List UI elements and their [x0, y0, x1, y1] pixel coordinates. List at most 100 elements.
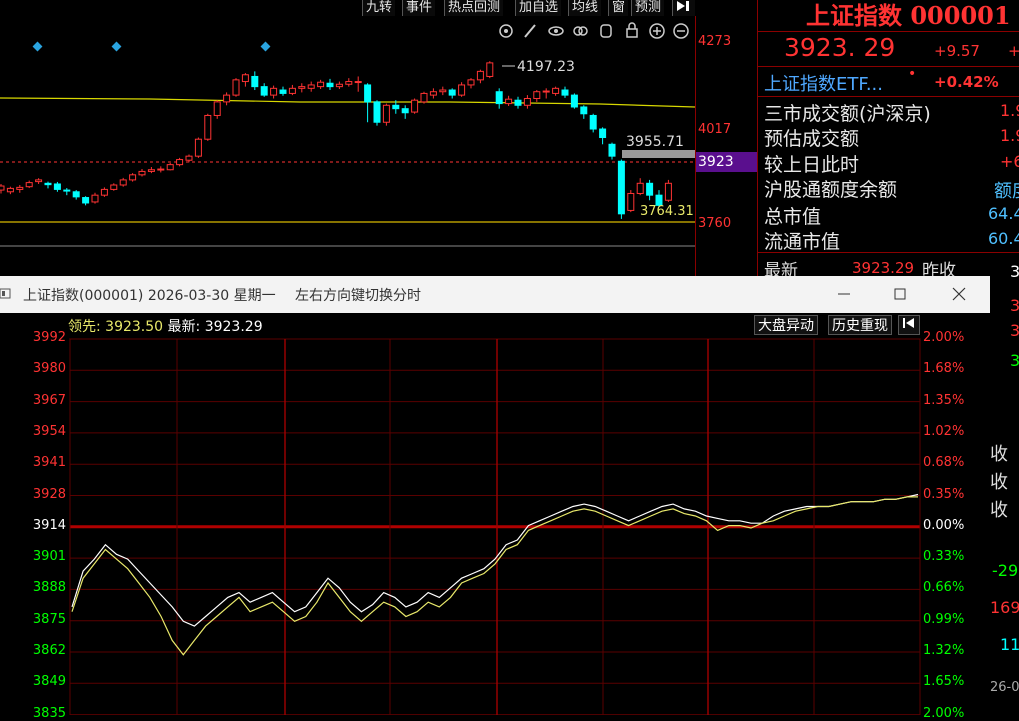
zoom-out-icon[interactable] [673, 23, 689, 39]
signal-marker [32, 41, 43, 52]
intraday-chart[interactable] [0, 313, 990, 715]
info-row-value: 额度 [994, 181, 1019, 202]
toolbar-event-button[interactable]: 事件 [402, 0, 436, 16]
candle-body [429, 91, 437, 96]
toolbar-add-watchlist-button[interactable]: 加自选 [515, 0, 562, 16]
candle-body [307, 84, 315, 89]
candle-body [599, 128, 607, 139]
candle-body [251, 75, 259, 88]
candle-body [204, 114, 212, 140]
signal-markers [32, 41, 271, 52]
candle-body [53, 183, 61, 190]
maximize-icon[interactable] [889, 283, 911, 305]
candle-body [25, 182, 33, 188]
axis-label: 3760 [698, 216, 732, 231]
y-axis-label-left: 3888 [32, 580, 66, 596]
toolbar-jiuzhuan-button[interactable]: 九转 [362, 0, 396, 16]
info-row-value: 1.9 [1000, 126, 1019, 145]
signal-marker [111, 41, 122, 52]
candle-body [495, 91, 503, 105]
window-body: 领先: 3923.50 最新: 3923.29 大盘异动 历史重现 3992 39… [0, 313, 990, 721]
toolbar-next-icon[interactable] [672, 0, 695, 16]
candle-body [570, 94, 578, 108]
candle-body [16, 186, 24, 190]
minimize-icon[interactable] [833, 283, 855, 305]
candle-body [514, 99, 522, 106]
low-label: 3764.31 [640, 204, 694, 219]
y-axis-label-right: 1.32% [923, 643, 965, 658]
info-row-label: 总市值 [764, 206, 822, 228]
info-row-value: 60.4 [988, 229, 1019, 248]
y-axis-label-left: 3835 [32, 705, 66, 721]
candles-group [0, 61, 672, 219]
candle-body [523, 98, 531, 106]
strip-value: 收 [990, 500, 1008, 521]
candle-body [589, 114, 597, 130]
toolbar-window-button[interactable]: 窗 [608, 0, 629, 16]
toolbar-hot-backtest-button[interactable]: 热点回测 [444, 0, 504, 16]
axis-label: 4017 [698, 122, 732, 137]
candle-body [552, 87, 560, 94]
candle-body [138, 170, 146, 176]
info-row-vs-prev: 较上日此时 +6 [764, 150, 1019, 176]
info-row-est-turnover: 预估成交额 1.9 [764, 124, 1019, 150]
chart-tools [499, 22, 689, 39]
candle-body [542, 90, 550, 93]
kline-price-axis: 4273 4017 3923 3760 [695, 16, 758, 276]
strip-value: 169 [990, 598, 1019, 617]
recent-label-bar [622, 150, 695, 158]
y-axis-label-left: 3928 [32, 486, 66, 502]
candle-body [232, 79, 240, 96]
candle-body [6, 187, 14, 193]
candle-body [420, 92, 428, 103]
candle-body [279, 89, 287, 94]
intraday-grid [69, 338, 921, 715]
kline-chart[interactable]: 4197.23 3955.71 3764.31 [0, 16, 695, 276]
candle-body [636, 182, 644, 194]
toolbar-ma-button[interactable]: 均线 [568, 0, 602, 16]
candle-body [505, 98, 513, 105]
current-price: 3923. 29 [784, 33, 896, 62]
candle-body [326, 82, 334, 88]
y-axis-label-left: 3914 [32, 517, 66, 533]
signal-marker [260, 41, 271, 52]
info-row-value: 1.9 [1000, 101, 1019, 120]
info-row-float-cap: 流通市值 60.4 [764, 227, 1019, 253]
series-line-最新 [71, 493, 919, 627]
candle-body [270, 87, 278, 96]
draw-pen-icon[interactable] [524, 24, 536, 38]
candle-body [401, 108, 409, 114]
candle-body [0, 185, 5, 191]
candle-body [72, 191, 80, 198]
candle-body [664, 182, 672, 201]
eye-icon[interactable] [548, 26, 564, 36]
chart-link-icon[interactable] [573, 26, 588, 36]
candle-body [185, 155, 193, 161]
intraday-window: 上证指数(000001) 2026-03-30 星期一 左右方向键切换分时 领先… [0, 276, 990, 721]
window-titlebar[interactable]: 上证指数(000001) 2026-03-30 星期一 左右方向键切换分时 [0, 276, 990, 313]
candle-body [298, 86, 306, 89]
strip-value: 收 [990, 444, 1008, 465]
info-row-value: 64.4 [988, 204, 1019, 223]
toolbar-forecast-button[interactable]: 预测 [631, 0, 665, 16]
quote-info-panel: 上证指数 000001 3923. 29 +9.57 + 上证指数ETF... … [757, 0, 1019, 281]
series-line-领先 [71, 496, 918, 656]
candle-body [646, 182, 654, 196]
strip-value: -29 [992, 561, 1019, 580]
candle-body [129, 174, 137, 181]
etf-link[interactable]: 上证指数ETF... [764, 70, 883, 96]
latest-value: 3923.29 [852, 259, 915, 277]
candle-body [439, 89, 447, 93]
close-icon[interactable] [948, 283, 970, 305]
lock-icon[interactable] [626, 22, 638, 38]
candle-body [166, 164, 174, 171]
strip-value: 3 [1010, 262, 1019, 281]
y-axis-label-right: 0.66% [923, 580, 965, 596]
settings-icon[interactable] [499, 24, 513, 38]
candle-body [580, 106, 588, 115]
y-axis-label-left: 3862 [32, 643, 66, 658]
y-axis-label-left: 3875 [32, 611, 66, 627]
y-axis-label-right: 2.00% [923, 330, 965, 345]
zoom-in-icon[interactable] [649, 23, 665, 39]
hand-icon[interactable] [600, 24, 612, 38]
